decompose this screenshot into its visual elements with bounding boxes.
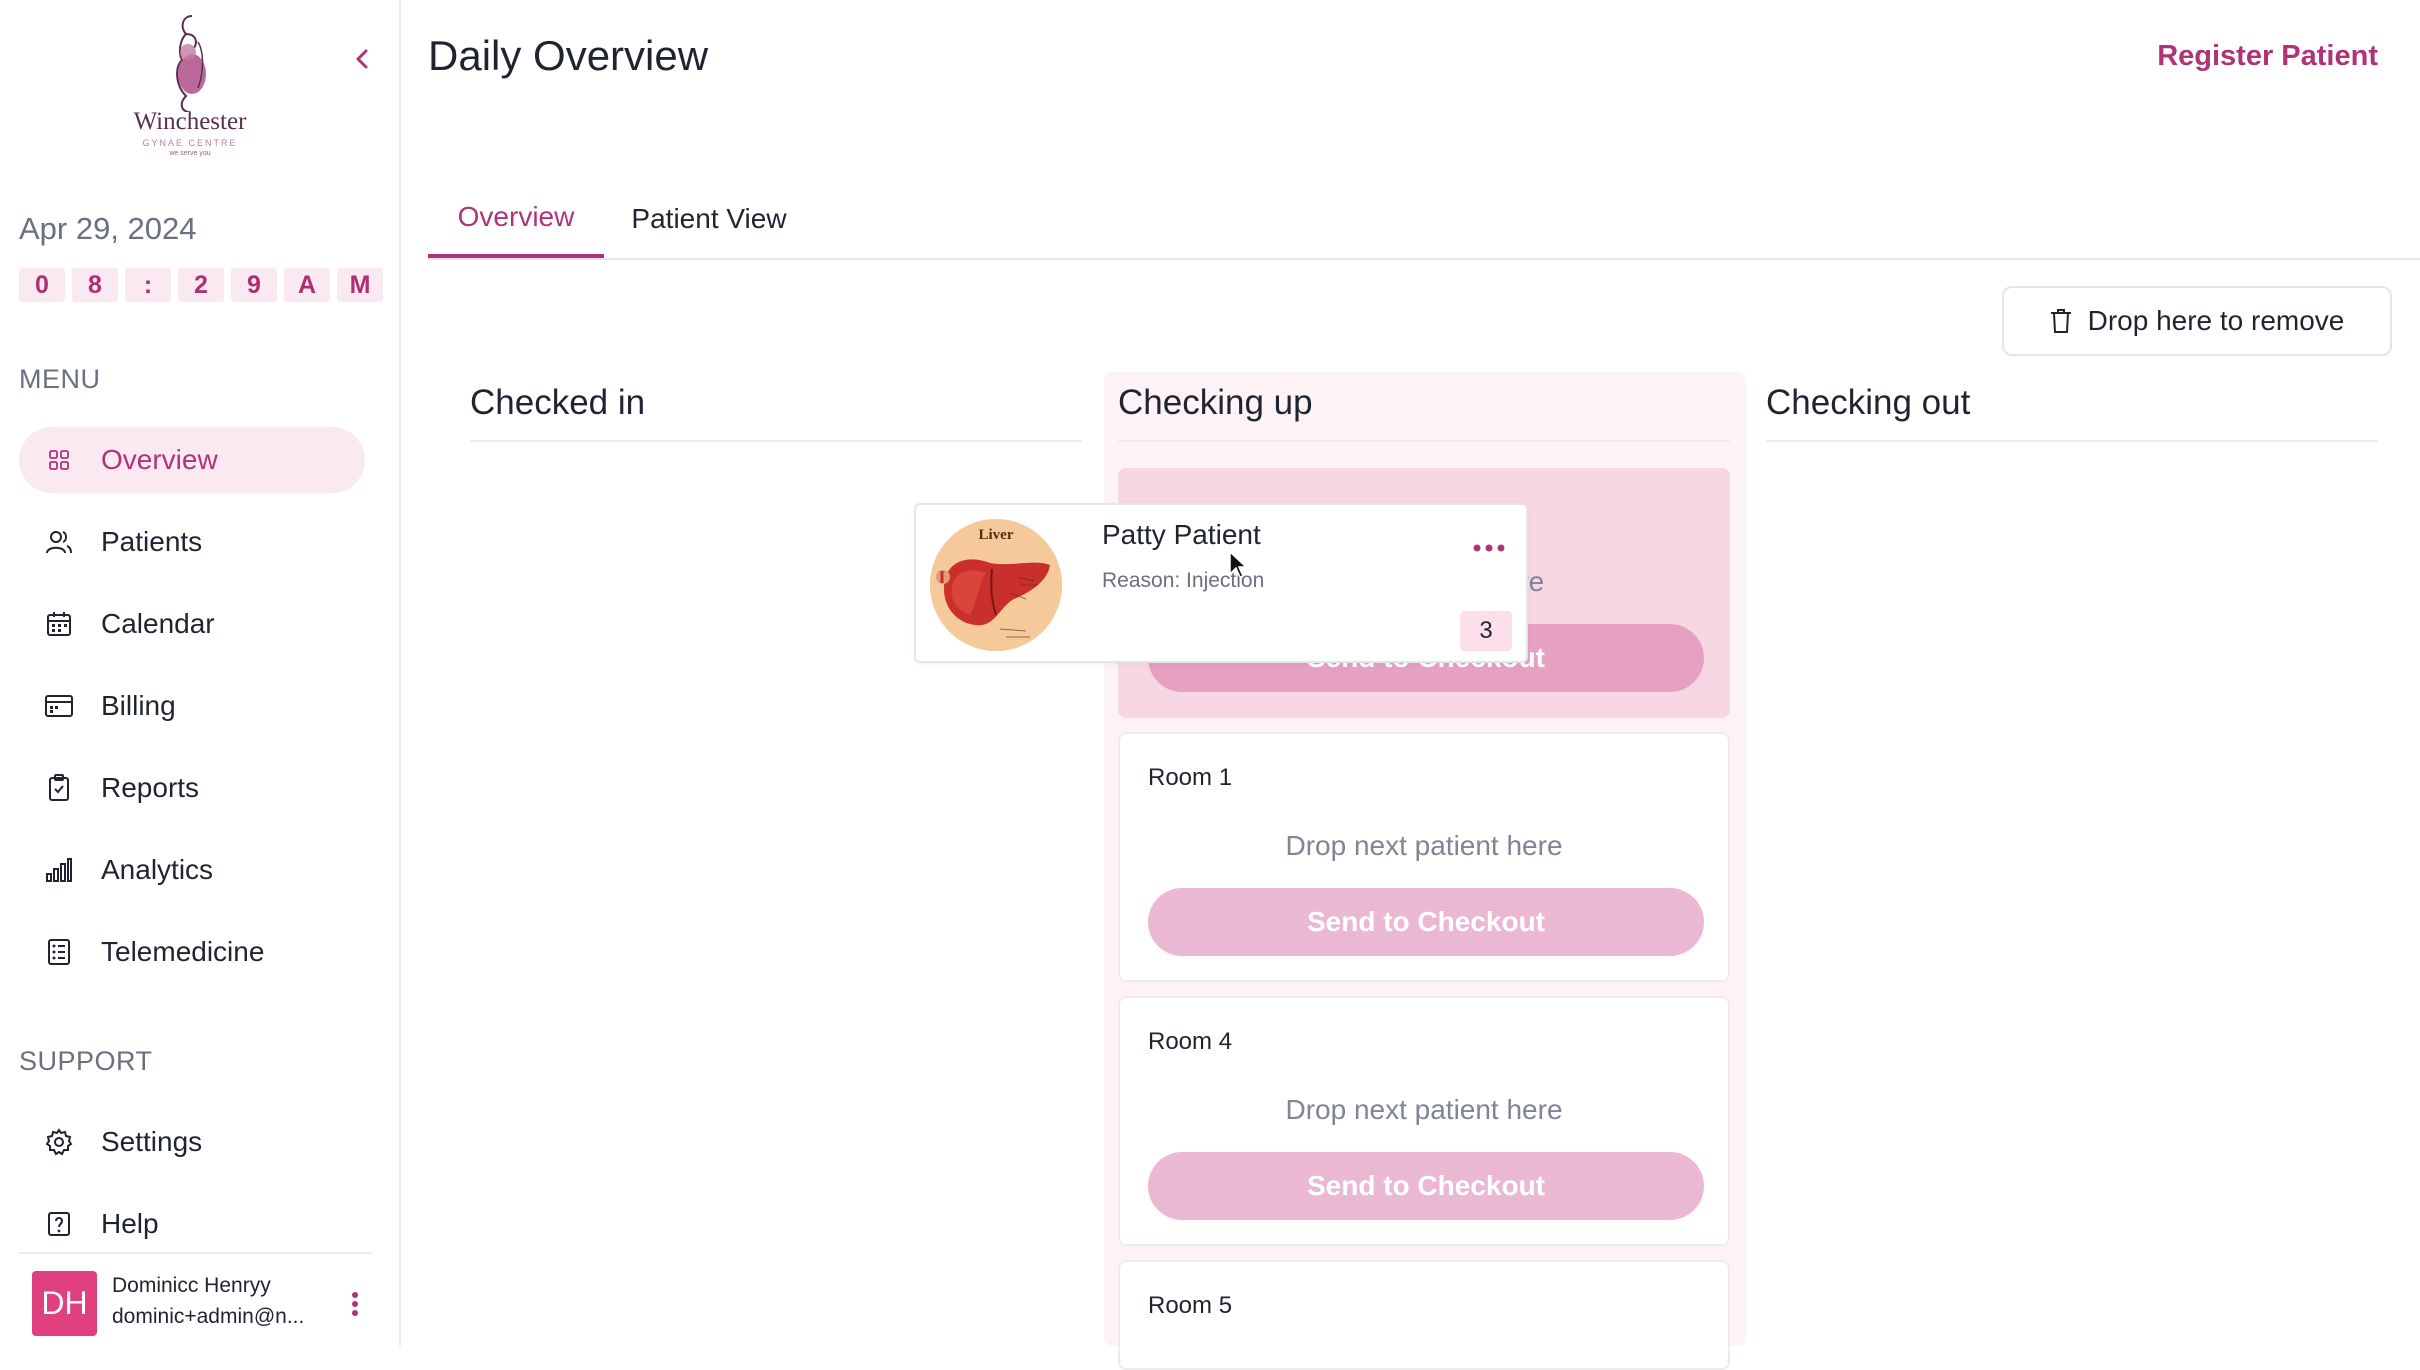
sidebar-item-label: Reports <box>101 772 200 803</box>
time-char: 2 <box>178 268 224 302</box>
sidebar-item-help[interactable]: Help <box>19 1191 365 1257</box>
remove-drop-zone-label: Drop here to remove <box>2087 305 2345 336</box>
more-horizontal-icon <box>1473 544 1505 552</box>
tab-overview[interactable]: Overview <box>428 180 604 258</box>
room-drop-hint: Drop next patient here <box>1285 1094 1563 1125</box>
column-divider <box>470 440 1082 442</box>
page-title: Daily Overview <box>428 32 709 79</box>
sidebar-item-calendar[interactable]: Calendar <box>19 591 365 657</box>
calendar-icon <box>45 610 73 638</box>
sidebar-item-label: Settings <box>101 1126 203 1157</box>
menu-section-label: MENU <box>19 364 101 394</box>
help-icon <box>45 1210 73 1238</box>
room-name: Room 1 <box>1148 764 1233 791</box>
gear-icon <box>45 1128 73 1156</box>
column-divider <box>1766 440 2378 442</box>
support-section-label: SUPPORT <box>19 1046 153 1076</box>
bar-chart-icon <box>45 856 73 884</box>
more-vertical-icon <box>352 1292 358 1316</box>
column-title-checked-in: Checked in <box>470 383 646 422</box>
sidebar-item-label: Billing <box>101 690 176 721</box>
user-email: dominic+admin@n... <box>112 1305 305 1328</box>
time-char: 9 <box>231 268 277 302</box>
patient-card-dragging[interactable]: Liver Patty Patient Reason: Injection 3 <box>914 503 1528 663</box>
logo-brand-name: Winchester <box>133 108 247 135</box>
send-to-checkout-button[interactable]: Send to Checkout <box>1148 888 1704 956</box>
column-title-checking-up: Checking up <box>1118 383 1313 422</box>
patient-queue-badge: 3 <box>1460 611 1512 651</box>
liver-illustration: Liver <box>930 519 1062 651</box>
current-date: Apr 29, 2024 <box>19 211 197 246</box>
sidebar-item-label: Overview <box>101 444 218 475</box>
time-char: 8 <box>72 268 118 302</box>
sidebar-item-label: Calendar <box>101 608 215 639</box>
sidebar-item-label: Help <box>101 1208 159 1239</box>
collapse-sidebar-button[interactable] <box>348 44 378 74</box>
tab-patient-view[interactable]: Patient View <box>604 180 814 258</box>
room-card-room-1[interactable]: Room 1 Drop next patient here Send to Ch… <box>1118 732 1730 982</box>
patient-image: Liver <box>930 519 1062 651</box>
column-title-checking-out: Checking out <box>1766 383 1971 422</box>
avatar[interactable]: DH <box>32 1271 97 1336</box>
remove-drop-zone[interactable]: Drop here to remove <box>2002 286 2392 356</box>
logo-brand-sub: GYNAE CENTRE <box>142 138 238 148</box>
sidebar-item-reports[interactable]: Reports <box>19 755 365 821</box>
tab-bar: Overview Patient View <box>428 180 2420 260</box>
column-divider <box>1118 440 1730 442</box>
room-card-room-4[interactable]: Room 4 Drop next patient here Send to Ch… <box>1118 996 1730 1246</box>
billing-icon <box>45 692 73 720</box>
clipboard-icon <box>45 774 73 802</box>
time-char: A <box>284 268 330 302</box>
telemedicine-icon <box>45 938 73 966</box>
grid-icon <box>45 446 73 474</box>
time-char: 0 <box>19 268 65 302</box>
sidebar-item-label: Patients <box>101 526 203 557</box>
liver-image-label: Liver <box>979 527 1014 543</box>
register-patient-button[interactable]: Register Patient <box>2157 40 2378 73</box>
patient-name: Patty Patient <box>1102 519 1261 550</box>
sidebar-item-patients[interactable]: Patients <box>19 509 365 575</box>
sidebar-item-label: Analytics <box>101 854 214 885</box>
room-name: Room 4 <box>1148 1028 1233 1055</box>
sidebar-item-settings[interactable]: Settings <box>19 1109 365 1175</box>
user-name: Dominicc Henryy <box>112 1274 271 1297</box>
trash-icon <box>2050 309 2071 333</box>
current-time: 0 8 : 2 9 A M <box>19 268 383 302</box>
room-name: Room 5 <box>1148 1292 1233 1319</box>
chevron-left-icon <box>356 49 368 69</box>
mouse-cursor-icon <box>1229 550 1248 578</box>
sidebar-item-telemedicine[interactable]: Telemedicine <box>19 919 365 985</box>
user-profile: DH Dominicc Henryy dominic+admin@n... <box>19 1252 372 1348</box>
send-to-checkout-button[interactable]: Send to Checkout <box>1148 1152 1704 1220</box>
sidebar-item-billing[interactable]: Billing <box>19 673 365 739</box>
logo-figure-icon <box>176 15 206 112</box>
sidebar-item-label: Telemedicine <box>101 936 265 967</box>
time-char: : <box>125 268 171 302</box>
room-drop-hint: Drop next patient here <box>1285 830 1563 861</box>
clinic-logo: Winchester GYNAE CENTRE we serve you <box>130 12 250 157</box>
sidebar: Winchester GYNAE CENTRE we serve you Apr… <box>0 0 401 1346</box>
room-card-room-5[interactable]: Room 5 <box>1118 1260 1730 1370</box>
patient-options-button[interactable] <box>1472 541 1506 555</box>
users-icon <box>45 528 73 556</box>
sidebar-item-analytics[interactable]: Analytics <box>19 837 365 903</box>
time-char: M <box>337 268 383 302</box>
user-menu-button[interactable] <box>349 1290 361 1318</box>
sidebar-item-overview[interactable]: Overview <box>19 427 365 493</box>
logo-brand-tagline: we serve you <box>169 150 211 157</box>
